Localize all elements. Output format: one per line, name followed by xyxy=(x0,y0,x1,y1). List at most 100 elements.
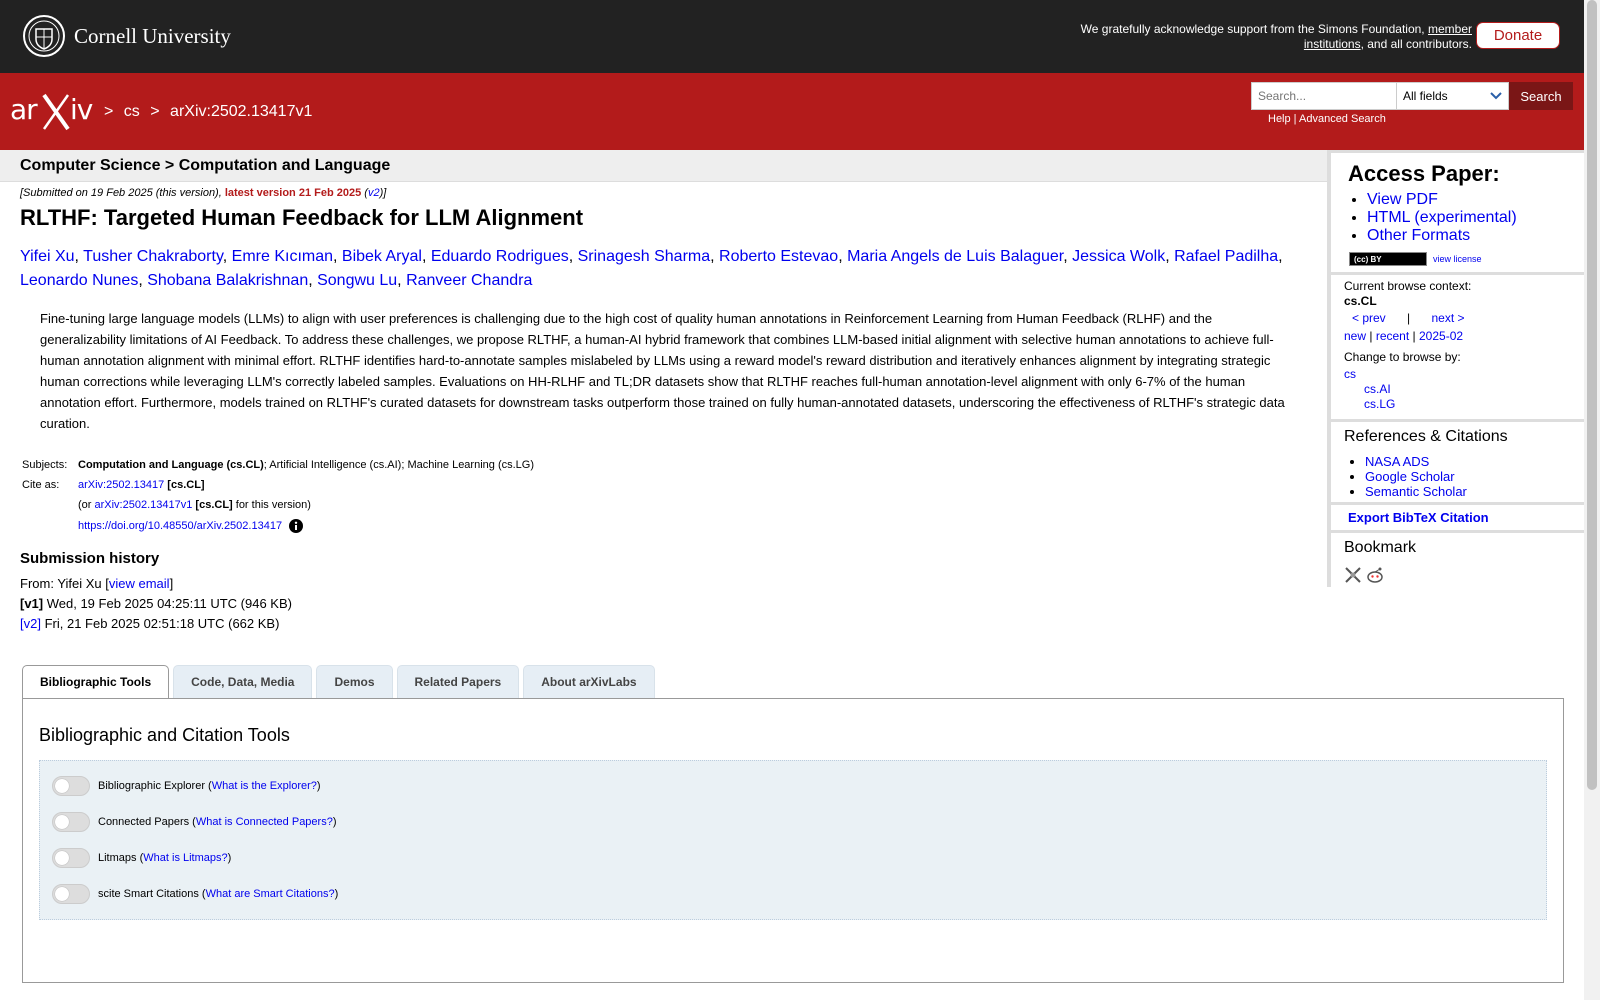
bookmark-icons xyxy=(1344,566,1384,584)
cornell-logo[interactable]: Cornell University xyxy=(22,14,231,58)
tab-about-arxivlabs[interactable]: About arXivLabs xyxy=(523,665,655,698)
top-banner: Cornell University We gratefully acknowl… xyxy=(0,0,1584,73)
field-select-value: All fields xyxy=(1403,89,1448,103)
author-link[interactable]: Emre Kıcıman xyxy=(232,248,333,265)
browse-cs-ai-link[interactable]: cs.AI xyxy=(1364,382,1391,396)
month-link[interactable]: 2025-02 xyxy=(1419,329,1463,343)
search-button[interactable]: Search xyxy=(1509,82,1573,110)
author-link[interactable]: Maria Angels de Luis Balaguer xyxy=(847,248,1063,265)
view-pdf-link[interactable]: View PDF xyxy=(1367,191,1438,208)
google-scholar-link[interactable]: Google Scholar xyxy=(1365,469,1455,484)
cite-v1-link[interactable]: arXiv:2502.13417v1 xyxy=(95,499,193,511)
tab-related-papers[interactable]: Related Papers xyxy=(396,665,520,698)
author-link[interactable]: Tusher Chakraborty xyxy=(83,248,223,265)
author-link[interactable]: Bibek Aryal xyxy=(342,248,422,265)
tool-bibliographic-explorer: Bibliographic Explorer (What is the Expl… xyxy=(52,776,321,796)
tab-panel: Bibliographic and Citation Tools Bibliog… xyxy=(22,698,1564,983)
cc-license-badge[interactable]: (cc) BY xyxy=(1349,252,1427,266)
author-separator: , xyxy=(138,272,148,289)
help-link[interactable]: Help xyxy=(1268,113,1291,125)
breadcrumb-cs[interactable]: cs xyxy=(124,103,140,120)
author-separator: , xyxy=(710,248,720,265)
author-link[interactable]: Roberto Estevao xyxy=(719,248,838,265)
view-email-link[interactable]: view email xyxy=(109,576,170,591)
arxiv-logo[interactable]: ar iv xyxy=(8,89,102,133)
browse-cs-link[interactable]: cs xyxy=(1344,367,1356,381)
tool-name: Litmaps xyxy=(98,852,137,864)
author-link[interactable]: Srinagesh Sharma xyxy=(578,248,711,265)
field-select[interactable]: All fields xyxy=(1397,82,1509,110)
bibsonomy-icon[interactable] xyxy=(1344,566,1362,584)
support-lead: We gratefully acknowledge support from t… xyxy=(1080,22,1425,36)
tab-code-data-media[interactable]: Code, Data, Media xyxy=(173,665,313,698)
scrollbar[interactable] xyxy=(1584,0,1600,1000)
export-box: Export BibTeX Citation xyxy=(1331,505,1587,530)
browse-links: new | recent | 2025-02 xyxy=(1344,329,1463,343)
subjects-primary: Computation and Language (cs.CL) xyxy=(78,459,264,471)
donate-button[interactable]: Donate xyxy=(1476,22,1560,49)
history-v1: [v1] Wed, 19 Feb 2025 04:25:11 UTC (946 … xyxy=(20,594,292,614)
access-heading: Access Paper: xyxy=(1348,161,1500,186)
nasa-ads-link[interactable]: NASA ADS xyxy=(1365,454,1429,469)
author-link[interactable]: Leonardo Nunes xyxy=(20,272,138,289)
author-link[interactable]: Rafael Padilha xyxy=(1174,248,1278,265)
author-link[interactable]: Ranveer Chandra xyxy=(406,272,532,289)
toggle-switch[interactable] xyxy=(52,776,90,796)
history-v2-link[interactable]: [v2] xyxy=(20,616,41,631)
tool-help-link[interactable]: What are Smart Citations? xyxy=(206,888,335,900)
cite-value: arXiv:2502.13417 [cs.CL] xyxy=(76,478,536,498)
tool-litmaps: Litmaps (What is Litmaps?) xyxy=(52,848,231,868)
reddit-icon[interactable] xyxy=(1366,566,1384,584)
author-link[interactable]: Eduardo Rodrigues xyxy=(431,248,569,265)
subjects-label: Subjects: xyxy=(22,459,68,471)
metadata-table: Subjects: Computation and Language (cs.C… xyxy=(20,458,536,538)
author-separator: , xyxy=(1165,248,1175,265)
subject-heading: Computer Science > Computation and Langu… xyxy=(20,157,391,174)
history-v2: [v2] Fri, 21 Feb 2025 02:51:18 UTC (662 … xyxy=(20,614,292,634)
tab-bibliographic-tools[interactable]: Bibliographic Tools xyxy=(22,665,170,699)
author-separator: , xyxy=(1063,248,1073,265)
toggle-switch[interactable] xyxy=(52,848,90,868)
tool-help-link[interactable]: What is Litmaps? xyxy=(143,852,227,864)
doi-link[interactable]: https://doi.org/10.48550/arXiv.2502.1341… xyxy=(78,520,282,532)
info-icon[interactable] xyxy=(289,519,304,533)
toggle-switch[interactable] xyxy=(52,812,90,832)
v2-close: )] xyxy=(379,187,387,199)
breadcrumb: > cs > arXiv:2502.13417v1 xyxy=(104,103,318,121)
export-bibtex-link[interactable]: Export BibTeX Citation xyxy=(1348,510,1489,525)
advanced-search-link[interactable]: Advanced Search xyxy=(1299,113,1386,125)
author-link[interactable]: Shobana Balakrishnan xyxy=(147,272,308,289)
new-link[interactable]: new xyxy=(1344,329,1366,343)
history-v2-text: Fri, 21 Feb 2025 02:51:18 UTC (662 KB) xyxy=(40,616,280,631)
cite-id-link[interactable]: arXiv:2502.13417 xyxy=(78,479,164,491)
prev-link[interactable]: < prev xyxy=(1352,311,1386,325)
toggle-switch[interactable] xyxy=(52,884,90,904)
view-license-link[interactable]: view license xyxy=(1433,254,1482,264)
chevron-down-icon xyxy=(1490,92,1502,100)
browse-cs-lg-link[interactable]: cs.LG xyxy=(1364,397,1395,411)
browse-separator: | xyxy=(1369,329,1373,343)
scrollbar-thumb[interactable] xyxy=(1587,0,1597,790)
semantic-scholar-link[interactable]: Semantic Scholar xyxy=(1365,484,1467,499)
tool-help-link[interactable]: What is the Explorer? xyxy=(212,780,317,792)
author-separator: , xyxy=(421,248,431,265)
author-link[interactable]: Jessica Wolk xyxy=(1072,248,1165,265)
recent-link[interactable]: recent xyxy=(1376,329,1409,343)
tab-demos[interactable]: Demos xyxy=(316,665,393,698)
html-link[interactable]: HTML (experimental) xyxy=(1367,209,1517,226)
v2-link[interactable]: v2 xyxy=(368,187,380,199)
tool-help-link[interactable]: What is Connected Papers? xyxy=(196,816,333,828)
author-separator: , xyxy=(397,272,407,289)
author-separator: , xyxy=(333,248,342,265)
history-from-text: From: Yifei Xu [ xyxy=(20,576,109,591)
tool-name: Bibliographic Explorer xyxy=(98,780,205,792)
other-formats-link[interactable]: Other Formats xyxy=(1367,227,1470,244)
search-form: All fields Search xyxy=(1251,82,1573,110)
author-link[interactable]: Yifei Xu xyxy=(20,248,75,265)
subjects-value: Computation and Language (cs.CL); Artifi… xyxy=(76,458,536,478)
prev-next-separator: | xyxy=(1407,311,1411,325)
search-input[interactable] xyxy=(1251,82,1397,110)
author-link[interactable]: Songwu Lu xyxy=(317,272,397,289)
next-link[interactable]: next > xyxy=(1432,311,1465,325)
submission-history-heading: Submission history xyxy=(20,550,160,567)
